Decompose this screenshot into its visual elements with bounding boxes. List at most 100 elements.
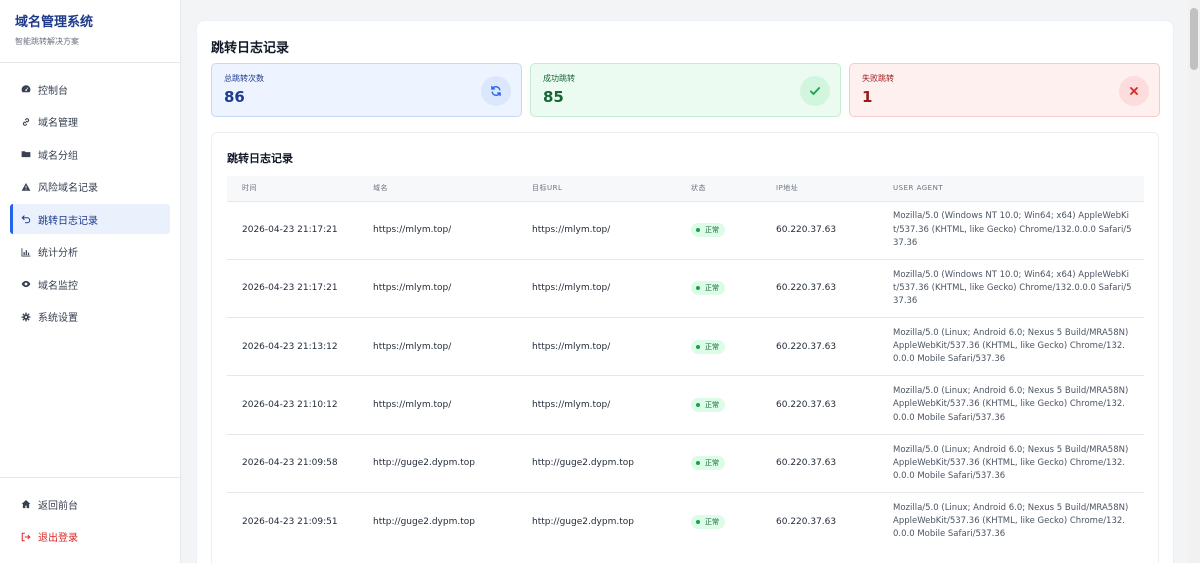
- brand-title: 域名管理系统: [15, 15, 94, 30]
- sidebar-item-groups[interactable]: 域名分组: [10, 139, 170, 169]
- cell-time: 2026-04-23 21:17:21: [227, 258, 373, 318]
- status-dot-icon: [696, 403, 700, 408]
- cell-time: 2026-04-23 21:09:51: [227, 491, 373, 551]
- sidebar-item-settings[interactable]: 系统设置: [10, 302, 170, 332]
- cell-user-agent: Mozilla/5.0 (Linux; Android 6.0; Nexus 5…: [893, 491, 1144, 551]
- cell-time: 2026-04-23 21:13:12: [227, 317, 373, 376]
- log-table-wrapper: 时间 域名 目标URL 状态 IP地址 USER AGENT 2026-04-2…: [227, 176, 1144, 551]
- redirect-log-icon: [20, 214, 31, 225]
- page-scrollbar[interactable]: [1188, 0, 1200, 563]
- brand: 域名管理系统 智能跳转解决方案: [0, 0, 180, 63]
- cell-ip: 60.220.37.63: [776, 317, 893, 376]
- cell-domain: https://mlym.top/: [373, 258, 532, 318]
- cell-ip: 60.220.37.63: [776, 433, 893, 493]
- stat-label: 总跳转次数: [224, 74, 264, 83]
- bar-chart-icon: [20, 246, 31, 257]
- cell-domain: https://mlym.top/: [373, 375, 532, 435]
- cell-user-agent: Mozilla/5.0 (Linux; Android 6.0; Nexus 5…: [893, 317, 1144, 376]
- sidebar-item-frontend[interactable]: 返回前台: [10, 489, 170, 519]
- cell-time: 2026-04-23 21:10:12: [227, 375, 373, 435]
- table-header-row: 时间 域名 目标URL 状态 IP地址 USER AGENT: [227, 176, 1144, 201]
- table-row: 2026-04-23 21:13:12 https://mlym.top/ ht…: [227, 317, 1144, 376]
- cell-target-url: https://mlym.top/: [532, 258, 691, 318]
- status-badge: 正常: [691, 281, 725, 296]
- status-text: 正常: [705, 459, 719, 468]
- folder-icon: [20, 149, 31, 160]
- sidebar-item-label: 控制台: [38, 85, 68, 97]
- status-dot-icon: [696, 286, 700, 291]
- page-title: 跳转日志记录: [211, 41, 290, 56]
- cell-target-url: https://mlym.top/: [532, 317, 691, 376]
- status-text: 正常: [705, 342, 719, 351]
- link-icon: [20, 116, 31, 127]
- sidebar-nav: 控制台 域名管理 域名分组 风险域名记录 跳转日志记录 统计分析 域名监控 系统…: [0, 63, 180, 332]
- check-icon: [800, 76, 830, 106]
- sidebar-item-redirect-logs[interactable]: 跳转日志记录: [10, 204, 170, 234]
- cell-target-url: https://mlym.top/: [532, 200, 691, 260]
- column-header: USER AGENT: [893, 184, 944, 193]
- stat-card-total: 总跳转次数 86: [211, 63, 522, 117]
- sidebar: 域名管理系统 智能跳转解决方案 控制台 域名管理 域名分组 风险域名记录 跳转日…: [0, 0, 181, 563]
- sidebar-item-statistics[interactable]: 统计分析: [10, 237, 170, 267]
- status-dot-icon: [696, 519, 700, 524]
- log-table-title: 跳转日志记录: [227, 152, 293, 165]
- status-badge: 正常: [691, 514, 725, 529]
- table-row: 2026-04-23 21:17:21 https://mlym.top/ ht…: [227, 258, 1144, 318]
- stat-value: 85: [543, 88, 564, 106]
- stat-label: 成功跳转: [543, 74, 575, 83]
- cell-status: 正常: [691, 258, 776, 318]
- sidebar-item-label: 统计分析: [38, 248, 78, 259]
- cell-status: 正常: [691, 317, 776, 376]
- cell-ip: 60.220.37.63: [776, 375, 893, 435]
- sidebar-item-risk[interactable]: 风险域名记录: [10, 172, 170, 202]
- cell-ip: 60.220.37.63: [776, 200, 893, 260]
- status-dot-icon: [696, 344, 700, 349]
- cell-user-agent: Mozilla/5.0 (Windows NT 10.0; Win64; x64…: [893, 258, 1144, 318]
- cell-ip: 60.220.37.63: [776, 491, 893, 551]
- sidebar-item-label: 域名分组: [38, 150, 78, 162]
- status-dot-icon: [696, 461, 700, 466]
- cell-domain: http://guge2.dypm.top: [373, 491, 532, 551]
- status-dot-icon: [696, 228, 700, 233]
- scrollbar-thumb[interactable]: [1190, 8, 1198, 70]
- stat-value: 86: [224, 88, 245, 106]
- cell-ip: 60.220.37.63: [776, 258, 893, 318]
- sidebar-item-domains[interactable]: 域名管理: [10, 107, 170, 137]
- sidebar-item-label: 返回前台: [38, 500, 78, 512]
- cell-domain: http://guge2.dypm.top: [373, 433, 532, 493]
- column-header: 时间: [242, 184, 257, 193]
- cell-status: 正常: [691, 375, 776, 435]
- sidebar-item-label: 域名监控: [38, 280, 78, 292]
- table-row: 2026-04-23 21:09:58 http://guge2.dypm.to…: [227, 433, 1144, 493]
- cell-target-url: http://guge2.dypm.top: [532, 491, 691, 551]
- logout-icon: [20, 531, 31, 542]
- status-badge: 正常: [691, 398, 725, 413]
- sidebar-item-logout[interactable]: 退出登录: [10, 522, 170, 552]
- stat-value: 1: [862, 88, 873, 106]
- column-header: 目标URL: [532, 184, 563, 193]
- status-text: 正常: [705, 284, 719, 293]
- cell-domain: https://mlym.top/: [373, 317, 532, 376]
- stat-card-success: 成功跳转 85: [530, 63, 841, 117]
- log-table: 时间 域名 目标URL 状态 IP地址 USER AGENT 2026-04-2…: [227, 176, 1144, 551]
- cell-user-agent: Mozilla/5.0 (Linux; Android 6.0; Nexus 5…: [893, 375, 1144, 435]
- sidebar-bottom: 返回前台 退出登录: [0, 477, 180, 554]
- sidebar-item-dashboard[interactable]: 控制台: [10, 74, 170, 104]
- status-text: 正常: [705, 517, 719, 526]
- status-text: 正常: [705, 401, 719, 410]
- sidebar-item-label: 域名管理: [38, 118, 78, 129]
- sidebar-item-label: 退出登录: [38, 533, 78, 544]
- status-badge: 正常: [691, 223, 725, 238]
- cell-time: 2026-04-23 21:09:58: [227, 433, 373, 493]
- sidebar-item-monitor[interactable]: 域名监控: [10, 269, 170, 299]
- gear-icon: [20, 311, 31, 322]
- sync-icon: [481, 76, 511, 106]
- cell-user-agent: Mozilla/5.0 (Windows NT 10.0; Win64; x64…: [893, 200, 1144, 260]
- status-badge: 正常: [691, 339, 725, 354]
- home-icon: [20, 499, 31, 510]
- cell-status: 正常: [691, 200, 776, 260]
- redirect-log-panel: 跳转日志记录 时间 域名 目标URL 状态 IP地址 USER AGENT 20…: [211, 132, 1159, 563]
- column-header: 状态: [691, 184, 706, 193]
- cell-time: 2026-04-23 21:17:21: [227, 200, 373, 260]
- x-icon: [1119, 76, 1149, 106]
